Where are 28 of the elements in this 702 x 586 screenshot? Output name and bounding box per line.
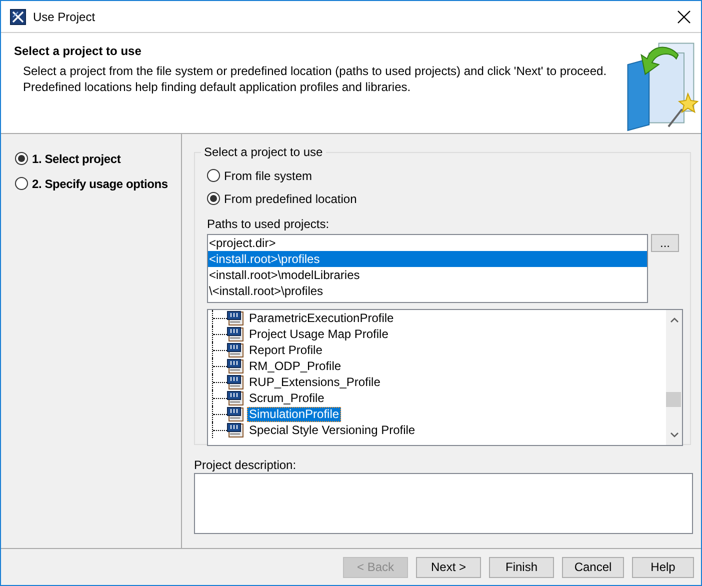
dialog-button[interactable]: Finish [489,556,554,578]
tree-item[interactable]: RM_ODP_Profile [247,358,344,374]
browse-button[interactable]: ... [651,234,679,252]
group-title: Select a project to use [201,145,326,159]
tree-item[interactable]: Scrum_Profile [247,390,326,406]
path-item[interactable]: <project.dir> [208,235,647,251]
header-title: Select a project to use [14,44,142,58]
header-description: Predefined locations help finding default application profiles and libraries. [23,79,412,95]
window-title: Use Project [33,10,96,24]
tree-item[interactable]: Project Usage Map Profile [247,326,390,342]
tree-item[interactable]: Report Profile [247,342,324,358]
path-item[interactable]: <install.root>\modelLibraries [208,267,647,283]
path-item[interactable]: \<install.root>\profiles [208,283,647,299]
path-item[interactable]: <install.root>\profiles [208,251,647,267]
paths-label: Paths to used projects: [207,217,330,231]
dialog-button[interactable]: Cancel [562,556,624,578]
dialog-button[interactable]: Next > [416,556,481,578]
tree-item[interactable]: RUP_Extensions_Profile [247,374,382,390]
tree-item[interactable]: Special Style Versioning Profile [247,422,418,438]
tree-item[interactable]: ParametricExecutionProfile [247,310,396,326]
description-label: Project description: [194,458,298,472]
step-label: 1. Select project [32,152,121,166]
header-description: Select a project from the file system or predefined location (paths to used projects) and click 'Next' to proceed. [23,63,607,79]
source-option-label: From predefined location [224,192,357,206]
tree-item[interactable]: SimulationProfile [247,406,342,422]
step-label: 2. Specify usage options [32,176,168,190]
dialog-button[interactable]: Help [632,556,694,578]
source-option-label: From file system [224,168,312,182]
